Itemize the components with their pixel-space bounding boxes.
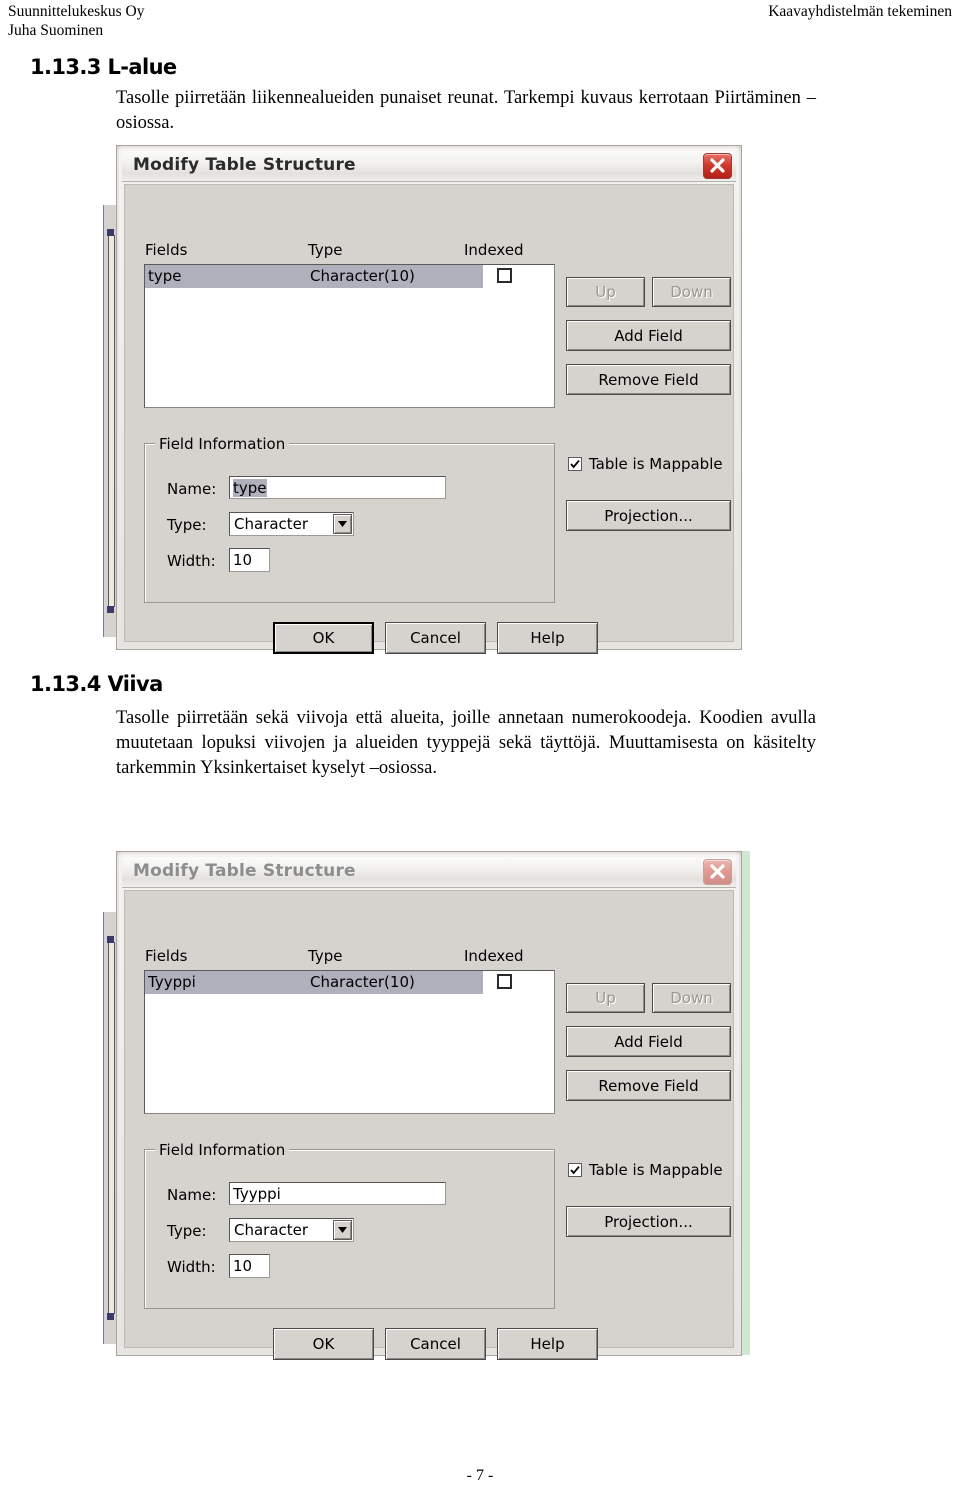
table-is-mappable-checkbox[interactable] [568, 457, 582, 471]
dialog-2-green-edge [741, 851, 750, 1355]
type-combobox[interactable]: Character [229, 512, 354, 536]
modify-table-structure-dialog-2: Modify Table Structure Fields Type Index… [116, 851, 742, 1360]
table-row[interactable]: Tyyppi Character(10) [145, 971, 554, 994]
background-window-scroll-strip [108, 235, 115, 607]
background-window-nub-bottom [107, 1313, 114, 1320]
projection-button[interactable]: Projection... [566, 500, 731, 531]
section-heading-1-13-4: 1.13.4 Viiva [30, 672, 163, 696]
section-body-1-13-3: Tasolle piirretään liikennealueiden puna… [116, 88, 816, 133]
name-label: Name: [167, 480, 217, 498]
ok-button[interactable]: OK [273, 622, 374, 654]
column-header-fields: Fields [145, 947, 188, 965]
up-button[interactable]: Up [566, 277, 645, 307]
page-footer: - 7 - [466, 1467, 494, 1484]
up-button[interactable]: Up [566, 983, 645, 1013]
projection-button[interactable]: Projection... [566, 1206, 731, 1237]
row-field-name: type [148, 267, 182, 285]
table-row[interactable]: type Character(10) [145, 265, 554, 288]
add-field-button[interactable]: Add Field [566, 320, 731, 351]
row-indexed-checkbox[interactable] [497, 974, 512, 989]
help-button[interactable]: Help [497, 1328, 598, 1360]
chevron-down-icon[interactable] [333, 1220, 352, 1240]
background-window-nub-bottom [107, 606, 114, 613]
dialog-1-titlebar[interactable]: Modify Table Structure [122, 151, 736, 182]
dialog-2-titlebar[interactable]: Modify Table Structure [122, 857, 736, 888]
cancel-button[interactable]: Cancel [385, 1328, 486, 1360]
table-is-mappable-label: Table is Mappable [589, 455, 723, 473]
width-input-value: 10 [233, 551, 253, 569]
table-is-mappable-label: Table is Mappable [589, 1161, 723, 1179]
header-left-block: Suunnittelukeskus Oy Juha Suominen [8, 2, 145, 40]
width-input[interactable]: 10 [229, 548, 270, 572]
type-combobox-value: Character [234, 1221, 309, 1239]
name-input-value: type [233, 478, 267, 497]
name-input-value: Tyyppi [233, 1184, 281, 1203]
field-information-group: Field Information Name: type Type: Chara… [144, 435, 555, 603]
row-indexed-checkbox[interactable] [497, 268, 512, 283]
ok-button[interactable]: OK [273, 1328, 374, 1360]
down-button[interactable]: Down [652, 277, 731, 307]
dialog-2-title: Modify Table Structure [133, 861, 356, 881]
page-header: Suunnittelukeskus Oy Juha Suominen Kaava… [8, 2, 952, 42]
modify-table-structure-dialog-1: Modify Table Structure Fields Type Index… [116, 145, 742, 654]
remove-field-button[interactable]: Remove Field [566, 1070, 731, 1101]
width-input-value: 10 [233, 1257, 253, 1275]
dialog-1-body: Fields Type Indexed type Character(10) U… [124, 184, 734, 654]
header-company: Suunnittelukeskus Oy [8, 3, 145, 20]
table-is-mappable-row[interactable]: Table is Mappable [568, 1161, 723, 1179]
column-header-type: Type [308, 947, 343, 965]
section-body-1-13-4: Tasolle piirretään sekä viivoja että alu… [116, 708, 816, 778]
cancel-button[interactable]: Cancel [385, 622, 486, 654]
background-window-scroll-strip [108, 942, 115, 1314]
column-header-type: Type [308, 241, 343, 259]
name-label: Name: [167, 1186, 217, 1204]
width-label: Width: [167, 1258, 216, 1276]
close-icon[interactable] [703, 153, 732, 179]
chevron-down-icon[interactable] [333, 514, 352, 534]
field-information-group: Field Information Name: Tyyppi Type: Cha… [144, 1141, 555, 1309]
column-header-fields: Fields [145, 241, 188, 259]
header-author: Juha Suominen [8, 22, 104, 39]
remove-field-button[interactable]: Remove Field [566, 364, 731, 395]
background-window-nub-top [107, 229, 114, 236]
row-field-type: Character(10) [310, 973, 415, 991]
type-label: Type: [167, 516, 207, 534]
type-combobox-value: Character [234, 515, 309, 533]
field-information-group-title: Field Information [155, 435, 290, 453]
section-heading-1-13-3: 1.13.3 L-alue [30, 55, 177, 79]
field-information-group-title: Field Information [155, 1141, 290, 1159]
fields-listbox[interactable]: Tyyppi Character(10) [144, 970, 555, 1114]
fields-listbox[interactable]: type Character(10) [144, 264, 555, 408]
dialog-1-title: Modify Table Structure [133, 155, 356, 175]
add-field-button[interactable]: Add Field [566, 1026, 731, 1057]
type-combobox[interactable]: Character [229, 1218, 354, 1242]
row-field-name: Tyyppi [148, 973, 196, 991]
dialog-2-body: Fields Type Indexed Tyyppi Character(10)… [124, 890, 734, 1360]
help-button[interactable]: Help [497, 622, 598, 654]
width-label: Width: [167, 552, 216, 570]
type-label: Type: [167, 1222, 207, 1240]
table-is-mappable-checkbox[interactable] [568, 1163, 582, 1177]
column-header-indexed: Indexed [464, 241, 524, 259]
close-icon[interactable] [703, 859, 732, 885]
name-input[interactable]: type [229, 476, 446, 499]
header-document-title: Kaavayhdistelmän tekeminen [768, 3, 952, 20]
width-input[interactable]: 10 [229, 1254, 270, 1278]
table-is-mappable-row[interactable]: Table is Mappable [568, 455, 723, 473]
name-input[interactable]: Tyyppi [229, 1182, 446, 1205]
column-header-indexed: Indexed [464, 947, 524, 965]
background-window-nub-top [107, 936, 114, 943]
down-button[interactable]: Down [652, 983, 731, 1013]
row-field-type: Character(10) [310, 267, 415, 285]
